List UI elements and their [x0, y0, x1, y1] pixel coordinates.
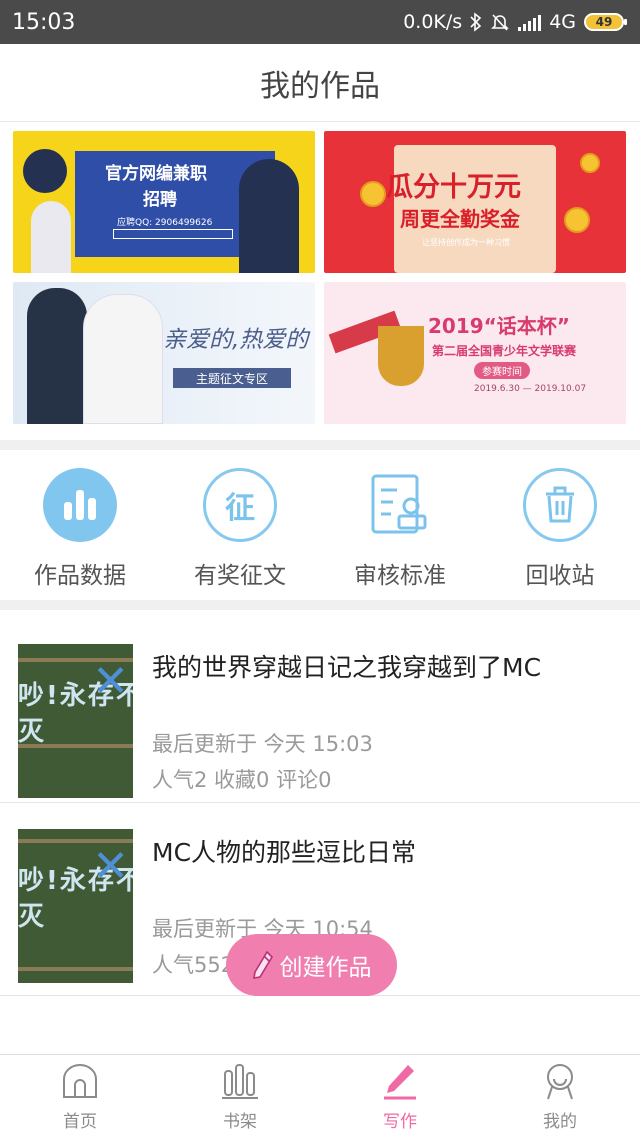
- status-bar: 15:03 0.0K/s 4G 49: [0, 0, 640, 44]
- tab-label: 我的: [543, 1112, 577, 1132]
- tab-home[interactable]: 首页: [0, 1055, 160, 1138]
- work-title: MC人物的那些逗比日常: [152, 838, 417, 867]
- banner-subtitle: 招聘: [143, 190, 177, 210]
- banner-subtitle: 第二届全国青少年文学联赛: [432, 344, 577, 358]
- write-icon: [384, 1065, 416, 1100]
- banner-title: 2019“话本杯”: [428, 314, 570, 338]
- banner-note: 让坚持创作成为一种习惯: [422, 238, 510, 247]
- work-cover: 吵!永存不灭 ✕: [18, 644, 133, 798]
- tab-bookshelf[interactable]: 书架: [160, 1055, 320, 1138]
- action-label: 作品数据: [34, 563, 126, 589]
- banner-dates: 2019.6.30 — 2019.10.07: [474, 384, 587, 394]
- banner-recruit[interactable]: 官方网编兼职 招聘 应聘QQ: 2906499626: [13, 131, 315, 273]
- banner-bonus[interactable]: 瓜分十万元 周更全勤奖金 让坚持创作成为一种习惯: [324, 131, 626, 273]
- divider: [0, 600, 640, 610]
- figure-decoration: [239, 159, 299, 273]
- quick-actions: 作品数据 征 有奖征文 审核标准 回收站: [0, 450, 640, 600]
- figure-decoration: [27, 288, 87, 424]
- status-time: 15:03: [12, 9, 76, 35]
- profile-icon: [547, 1064, 573, 1100]
- tab-write[interactable]: 写作: [320, 1055, 480, 1138]
- contest-glyph: 征: [225, 491, 255, 526]
- work-updated: 最后更新于 今天 15:03: [152, 732, 373, 756]
- bluetooth-icon: [470, 12, 482, 32]
- sword-icon: ✕: [92, 841, 129, 892]
- banner-essay-theme[interactable]: 亲爱的,热爱的 主题征文专区: [13, 282, 315, 424]
- contest-icon: 征: [203, 468, 277, 542]
- banner-title: 瓜分十万元: [386, 172, 521, 203]
- action-label: 审核标准: [354, 563, 446, 589]
- banner-box: [113, 229, 233, 239]
- network-type: 4G: [549, 11, 576, 33]
- mute-bell-icon: [491, 14, 510, 31]
- figure-decoration: [83, 294, 163, 424]
- bookshelf-icon: [222, 1064, 258, 1099]
- trash-icon: [523, 468, 597, 542]
- home-icon: [63, 1064, 97, 1098]
- banner-contest[interactable]: 2019“话本杯” 第二届全国青少年文学联赛 参赛时间 2019.6.30 — …: [324, 282, 626, 424]
- trophy-icon: [378, 326, 424, 386]
- sword-icon: ✕: [92, 656, 129, 707]
- figure-decoration: [23, 149, 67, 193]
- action-contest[interactable]: 征 有奖征文: [160, 450, 320, 600]
- coin-icon: [564, 207, 590, 233]
- banner-title: 亲爱的,热爱的: [163, 327, 309, 353]
- create-work-button[interactable]: 创建作品: [226, 934, 397, 996]
- net-speed: 0.0K/s: [403, 11, 463, 33]
- action-review-standards[interactable]: 审核标准: [320, 450, 480, 600]
- review-document-icon: [363, 468, 437, 542]
- action-label: 有奖征文: [194, 563, 286, 589]
- page-header: 我的作品: [0, 44, 640, 122]
- work-title: 我的世界穿越日记之我穿越到了MC: [152, 653, 542, 682]
- banner-subtitle: 周更全勤奖金: [400, 207, 520, 231]
- list-item[interactable]: 吵!永存不灭 ✕ 我的世界穿越日记之我穿越到了MC 最后更新于 今天 15:03…: [0, 610, 640, 803]
- coin-icon: [580, 153, 600, 173]
- tab-label: 首页: [63, 1112, 97, 1132]
- bar-chart-icon: [43, 468, 117, 542]
- battery-icon: 49: [584, 13, 627, 31]
- figure-decoration: [31, 201, 71, 273]
- bottom-tab-bar: 首页 书架 写作 我的: [0, 1054, 640, 1138]
- battery-level: 49: [595, 15, 613, 29]
- tab-profile[interactable]: 我的: [480, 1055, 640, 1138]
- banner-grid: 官方网编兼职 招聘 应聘QQ: 2906499626 瓜分十万元 周更全勤奖金 …: [0, 122, 640, 440]
- action-label: 回收站: [525, 563, 595, 589]
- coin-icon: [360, 181, 386, 207]
- tab-label: 书架: [223, 1112, 257, 1132]
- status-indicators: 0.0K/s 4G 49: [403, 11, 627, 33]
- page-title: 我的作品: [260, 68, 380, 104]
- pencil-icon: [252, 950, 273, 979]
- banner-tag: 主题征文专区: [173, 368, 291, 388]
- tab-label: 写作: [383, 1112, 417, 1132]
- banner-contact: 应聘QQ: 2906499626: [117, 218, 213, 228]
- banner-badge: 参赛时间: [474, 362, 530, 379]
- action-work-data[interactable]: 作品数据: [0, 450, 160, 600]
- banner-title: 官方网编兼职: [105, 164, 207, 184]
- action-recycle-bin[interactable]: 回收站: [480, 450, 640, 600]
- work-stats: 人气2 收藏0 评论0: [152, 768, 332, 792]
- work-cover: 吵!永存不灭 ✕: [18, 829, 133, 983]
- divider: [0, 440, 640, 450]
- create-work-label: 创建作品: [279, 955, 372, 981]
- signal-icon: [518, 13, 542, 31]
